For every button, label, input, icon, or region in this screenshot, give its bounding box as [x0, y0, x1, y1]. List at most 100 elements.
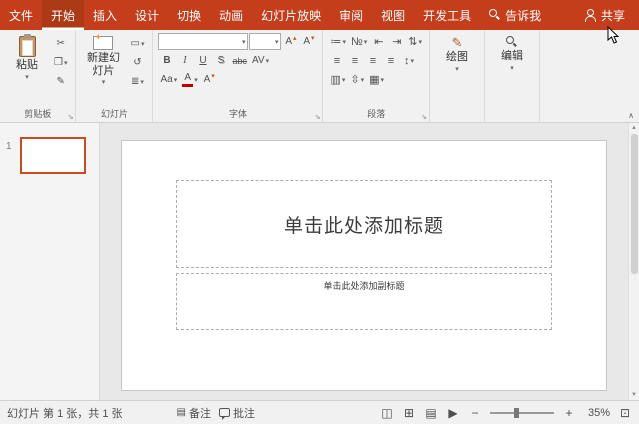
- ribbon-tab-bar: 文件 开始 插入 设计 切换 动画 幻灯片放映 审阅 视图 开发工具 告诉我 共…: [0, 0, 639, 30]
- zoom-slider[interactable]: [490, 407, 554, 419]
- collapse-ribbon-button[interactable]: ∧: [628, 111, 634, 120]
- underline-button[interactable]: U: [194, 52, 211, 69]
- decrease-indent-button[interactable]: ⇤: [370, 33, 387, 50]
- reading-view-button[interactable]: ▤: [424, 406, 438, 420]
- dropdown-icon: ▾: [173, 76, 178, 84]
- notes-button[interactable]: ▤ 备注: [177, 405, 211, 421]
- zoom-in-button[interactable]: +: [562, 406, 576, 420]
- editing-button[interactable]: 编辑 ▾: [491, 34, 533, 107]
- increase-indent-button[interactable]: ⇥: [388, 33, 405, 50]
- text-shadow-button[interactable]: S: [212, 52, 229, 69]
- font-color-button[interactable]: A ▾: [180, 71, 200, 88]
- powerpoint-window: 文件 开始 插入 设计 切换 动画 幻灯片放映 审阅 视图 开发工具 告诉我 共…: [0, 0, 639, 424]
- paragraph-group-label: 段落: [367, 109, 386, 119]
- dropdown-icon: ▾: [101, 79, 106, 87]
- zoom-level[interactable]: 35%: [584, 407, 610, 419]
- slide-sorter-button[interactable]: ⊞: [402, 406, 416, 420]
- title-placeholder[interactable]: 单击此处添加标题: [176, 180, 552, 268]
- align-left-button[interactable]: ≡: [328, 52, 345, 69]
- scroll-down-button[interactable]: ▼: [631, 392, 637, 398]
- tab-design[interactable]: 设计: [126, 0, 168, 30]
- align-left-icon: ≡: [333, 54, 341, 67]
- drawing-button[interactable]: ✎ 绘图 ▾: [436, 34, 478, 107]
- paragraph-dialog-launcher[interactable]: ⇘: [421, 114, 427, 121]
- zoom-slider-thumb[interactable]: [514, 407, 520, 418]
- sparkle-icon: ✦: [94, 32, 103, 42]
- share-label: 共享: [600, 8, 625, 23]
- copy-button[interactable]: ❐ ▾: [52, 54, 69, 71]
- fit-to-window-button[interactable]: ⊡: [618, 406, 632, 420]
- clear-formatting-button[interactable]: A ▾: [201, 71, 218, 88]
- shrink-font-button[interactable]: A ▾: [300, 33, 317, 50]
- font-group-label: 字体: [228, 109, 247, 119]
- tab-slide-show[interactable]: 幻灯片放映: [252, 0, 330, 30]
- align-text-button[interactable]: ⇳ ▾: [348, 71, 366, 88]
- subtitle-placeholder-text: 单击此处添加副标题: [323, 281, 405, 291]
- comments-button[interactable]: 批注: [218, 405, 255, 421]
- layout-button[interactable]: ▭ ▾: [128, 35, 146, 52]
- smartart-icon: ▦: [369, 74, 380, 86]
- tab-view[interactable]: 视图: [372, 0, 414, 30]
- slide-thumbnail[interactable]: [20, 137, 86, 174]
- character-spacing-button[interactable]: AV ▾: [250, 52, 271, 69]
- section-button[interactable]: ≣ ▾: [128, 73, 146, 90]
- bullets-button[interactable]: ≔ ▾: [328, 33, 348, 50]
- tab-review[interactable]: 审阅: [330, 0, 372, 30]
- subtitle-placeholder[interactable]: 单击此处添加副标题: [176, 273, 552, 330]
- convert-to-smartart-button[interactable]: ▦ ▾: [367, 71, 386, 88]
- columns-button[interactable]: ▥ ▾: [328, 71, 347, 88]
- slide-editor[interactable]: 单击此处添加标题 单击此处添加副标题: [121, 140, 607, 391]
- text-direction-icon: ⇅: [408, 36, 418, 48]
- numbering-button[interactable]: № ▾: [349, 33, 369, 50]
- normal-view-button[interactable]: ◫: [380, 406, 394, 420]
- share-button[interactable]: 共享: [570, 0, 639, 30]
- font-color-swatch: [182, 83, 194, 87]
- align-center-button[interactable]: ≡: [346, 52, 363, 69]
- tab-developer[interactable]: 开发工具: [414, 0, 480, 30]
- slide-indicator: 幻灯片 第 1 张，共 1 张: [7, 407, 123, 420]
- scroll-up-button[interactable]: ▲: [631, 125, 637, 131]
- strikethrough-button[interactable]: abc: [230, 52, 249, 69]
- find-magnifier-icon: [506, 36, 518, 48]
- new-slide-button[interactable]: ✦ 新建幻灯片 ▾: [82, 32, 124, 107]
- grow-font-button[interactable]: A ▴: [282, 33, 299, 50]
- paste-button[interactable]: 粘贴 ▾: [6, 34, 48, 107]
- search-icon: [489, 9, 501, 21]
- slides-group: ✦ 新建幻灯片 ▾ ▭ ▾ ↺ ≣ ▾ 幻灯片: [76, 30, 154, 122]
- justify-button[interactable]: ≡: [382, 52, 399, 69]
- paragraph-group: ≔▾ №▾ ⇤ ⇥ ⇅▾ ≡ ≡ ≡ ≡ ↕▾ ▥▾ ⇳▾ ▦▾: [323, 30, 431, 122]
- font-name-combo[interactable]: ▾: [158, 33, 249, 50]
- bold-button[interactable]: B: [158, 52, 175, 69]
- dropdown-icon: ▾: [342, 38, 346, 46]
- tab-file[interactable]: 文件: [0, 0, 42, 30]
- dropdown-icon: ▾: [63, 59, 68, 67]
- editing-group: 编辑 ▾: [485, 30, 541, 122]
- slide-show-button[interactable]: ▶: [446, 406, 460, 420]
- tab-animations[interactable]: 动画: [210, 0, 252, 30]
- reset-button[interactable]: ↺: [128, 54, 146, 71]
- line-spacing-icon: ↕: [403, 54, 410, 67]
- dropdown-icon: ▾: [241, 38, 246, 46]
- tab-tell-me[interactable]: 告诉我: [480, 0, 550, 30]
- cut-icon: ✂: [56, 38, 65, 49]
- text-direction-button[interactable]: ⇅ ▾: [406, 33, 424, 50]
- clipboard-dialog-launcher[interactable]: ⇘: [68, 114, 74, 121]
- change-case-button[interactable]: Aa ▾: [158, 71, 179, 88]
- decrease-indent-icon: ⇤: [374, 36, 384, 48]
- tab-insert[interactable]: 插入: [84, 0, 126, 30]
- font-size-combo[interactable]: ▾: [249, 33, 282, 50]
- tab-transitions[interactable]: 切换: [168, 0, 210, 30]
- zoom-out-button[interactable]: −: [468, 406, 482, 420]
- align-right-button[interactable]: ≡: [364, 52, 381, 69]
- cut-button[interactable]: ✂: [52, 35, 69, 52]
- font-dialog-launcher[interactable]: ⇘: [315, 114, 321, 121]
- format-painter-button[interactable]: ✎: [52, 73, 69, 90]
- dropdown-icon: ▾: [380, 76, 385, 84]
- vertical-scrollbar[interactable]: ▲ ▼: [628, 123, 639, 400]
- line-spacing-button[interactable]: ↕ ▾: [400, 52, 417, 69]
- scrollbar-thumb[interactable]: [630, 134, 638, 274]
- tab-home[interactable]: 开始: [42, 0, 85, 30]
- tell-me-label: 告诉我: [505, 8, 542, 23]
- italic-button[interactable]: I: [176, 52, 193, 69]
- status-bar: 幻灯片 第 1 张，共 1 张 ▤ 备注 批注 ◫ ⊞ ▤ ▶ − + 35% …: [0, 400, 639, 424]
